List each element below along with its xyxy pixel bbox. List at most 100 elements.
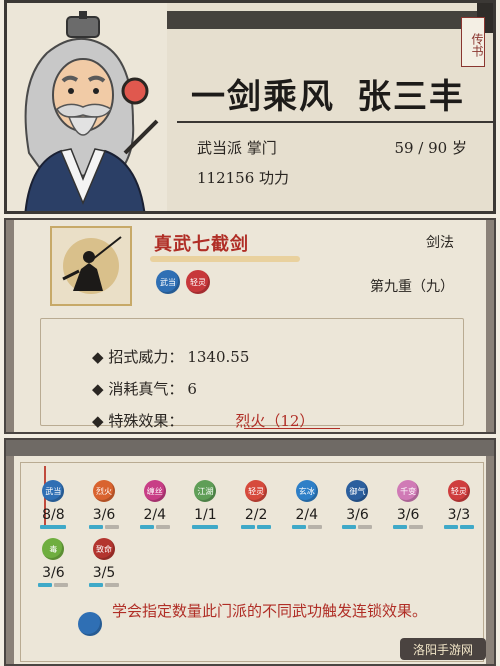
combo-item[interactable]: 轻灵 3/3 xyxy=(434,480,485,529)
combo-progress xyxy=(89,525,120,529)
progress-pip-filled xyxy=(443,525,458,529)
stat-label: 招式威力： xyxy=(108,348,184,366)
combo-item[interactable]: 烈火 3/6 xyxy=(79,480,130,529)
combo-row: 武当 8/8 烈火 3/6 缠丝 2/4 江湖 1/1 轻灵 2/2 玄冰 2/4 御气 3/6 千变 3/6… xyxy=(28,480,484,529)
trait-chip-qingling[interactable]: 轻灵 xyxy=(186,270,210,294)
skill-trait-chips: 武当 轻灵 xyxy=(156,270,210,294)
combo-progress xyxy=(192,525,219,529)
combo-orb-icon: 武当 xyxy=(42,480,65,502)
character-epithet: 一剑乘风 xyxy=(191,77,335,117)
progress-pip-empty xyxy=(358,525,373,529)
combo-count: 2/4 xyxy=(143,507,166,523)
progress-pip-empty xyxy=(307,525,322,529)
progress-pip-filled xyxy=(38,583,53,587)
combo-item[interactable]: 玄冰 2/4 xyxy=(281,480,332,529)
combo-progress xyxy=(40,525,67,529)
progress-pip-filled xyxy=(40,525,67,529)
combo-item[interactable]: 缠丝 2/4 xyxy=(129,480,180,529)
stat-label: 消耗真气： xyxy=(108,380,184,398)
combo-item[interactable]: 毒 3/6 xyxy=(28,538,79,587)
combo-orb-icon: 致命 xyxy=(93,538,116,560)
combo-count: 3/6 xyxy=(346,507,369,523)
combo-orb-icon: 缠丝 xyxy=(143,480,166,502)
progress-pip-filled xyxy=(291,525,306,529)
progress-pip-filled xyxy=(89,525,104,529)
sect-role: 武当派 掌门 xyxy=(197,139,277,157)
progress-pip-filled xyxy=(342,525,357,529)
skill-icon[interactable] xyxy=(50,226,132,306)
stat-value: 6 xyxy=(187,380,197,398)
combo-progress xyxy=(241,525,272,529)
combo-progress xyxy=(443,525,474,529)
combo-count: 1/1 xyxy=(194,507,217,523)
combo-progress xyxy=(139,525,170,529)
combo-hint: 学会指定数量此门派的不同武功触发连锁效果。 xyxy=(112,602,428,620)
combo-progress xyxy=(393,525,424,529)
panel-border-right xyxy=(486,220,494,432)
power-value: 112156 功力 xyxy=(197,169,290,187)
panel-border-right xyxy=(486,456,494,664)
character-panel: 传书 一剑乘风 张三丰 武当派 掌门 59 / 90 岁 112156 功力 xyxy=(4,0,496,214)
legend-tag: 传书 xyxy=(461,17,485,67)
progress-pip-empty xyxy=(105,583,120,587)
combo-count: 2/2 xyxy=(244,507,268,523)
combo-orb-icon: 玄冰 xyxy=(295,480,318,502)
combo-orb-icon: 毒 xyxy=(42,538,65,560)
skill-panel: 真武七截剑 剑法 武当 轻灵 第九重（九） ◆ 招式威力： 1340.55 ◆ 消… xyxy=(4,218,496,434)
combo-banner xyxy=(6,440,494,456)
combo-item[interactable]: 御气 3/6 xyxy=(332,480,383,529)
title-divider xyxy=(177,121,493,123)
panel-border-left xyxy=(6,456,14,664)
skill-name: 真武七截剑 xyxy=(154,234,249,255)
progress-pip-empty xyxy=(54,583,69,587)
combo-item[interactable]: 千变 3/6 xyxy=(383,480,434,529)
combo-count: 3/3 xyxy=(447,507,471,523)
combo-count: 8/8 xyxy=(42,507,65,523)
combo-item[interactable]: 武当 8/8 xyxy=(28,480,79,529)
skill-name-underline xyxy=(150,256,300,262)
combo-count: 3/6 xyxy=(42,565,65,581)
trait-chip-wudang[interactable]: 武当 xyxy=(156,270,180,294)
progress-pip-filled xyxy=(459,525,474,529)
progress-pip-empty xyxy=(155,525,170,529)
sect-orb-icon xyxy=(78,612,102,636)
combo-orb-icon: 御气 xyxy=(346,480,369,502)
progress-pip-empty xyxy=(105,525,120,529)
combo-orb-icon: 轻灵 xyxy=(245,480,268,502)
age-value: 59 / 90 岁 xyxy=(394,139,467,157)
effect-underline xyxy=(244,428,340,429)
diamond-bullet-icon: ◆ xyxy=(92,380,104,398)
combo-item[interactable]: 轻灵 2/2 xyxy=(231,480,282,529)
progress-pip-filled xyxy=(393,525,408,529)
stat-value: 1340.55 xyxy=(187,348,250,366)
stat-power: ◆ 招式威力： 1340.55 xyxy=(92,346,249,367)
combo-orb-icon: 江湖 xyxy=(194,480,217,502)
combo-count: 3/6 xyxy=(396,507,420,523)
combo-orb-icon: 烈火 xyxy=(93,480,116,502)
progress-pip-filled xyxy=(89,583,104,587)
combo-row: 毒 3/6 致命 3/5 xyxy=(28,538,129,587)
panel-border-left xyxy=(6,220,14,432)
progress-pip-empty xyxy=(409,525,424,529)
progress-pip-filled xyxy=(257,525,272,529)
stat-qi-cost: ◆ 消耗真气： 6 xyxy=(92,378,197,399)
character-title: 一剑乘风 张三丰 xyxy=(191,69,465,118)
combo-progress xyxy=(291,525,322,529)
combo-progress xyxy=(89,583,120,587)
diamond-bullet-icon: ◆ xyxy=(92,412,104,430)
skill-level: 第九重（九） xyxy=(370,279,454,295)
stat-label: 特殊效果： xyxy=(108,412,184,430)
combo-progress xyxy=(38,583,69,587)
character-portrait xyxy=(7,3,167,211)
combo-item[interactable]: 致命 3/5 xyxy=(79,538,130,587)
combo-count: 2/4 xyxy=(295,507,319,523)
combo-orb-icon: 千变 xyxy=(397,480,420,502)
combo-item[interactable]: 江湖 1/1 xyxy=(180,480,231,529)
swordsman-icon xyxy=(62,236,122,294)
combo-count: 3/5 xyxy=(92,565,116,581)
watermark-logo: 洛阳手游网 xyxy=(400,638,486,660)
combo-count: 3/6 xyxy=(92,507,116,523)
character-name: 张三丰 xyxy=(357,77,465,117)
combo-panel: 武当 8/8 烈火 3/6 缠丝 2/4 江湖 1/1 轻灵 2/2 玄冰 2/4 御气 3/6 千变 3/6… xyxy=(4,438,496,666)
combo-orb-icon: 轻灵 xyxy=(447,480,470,502)
